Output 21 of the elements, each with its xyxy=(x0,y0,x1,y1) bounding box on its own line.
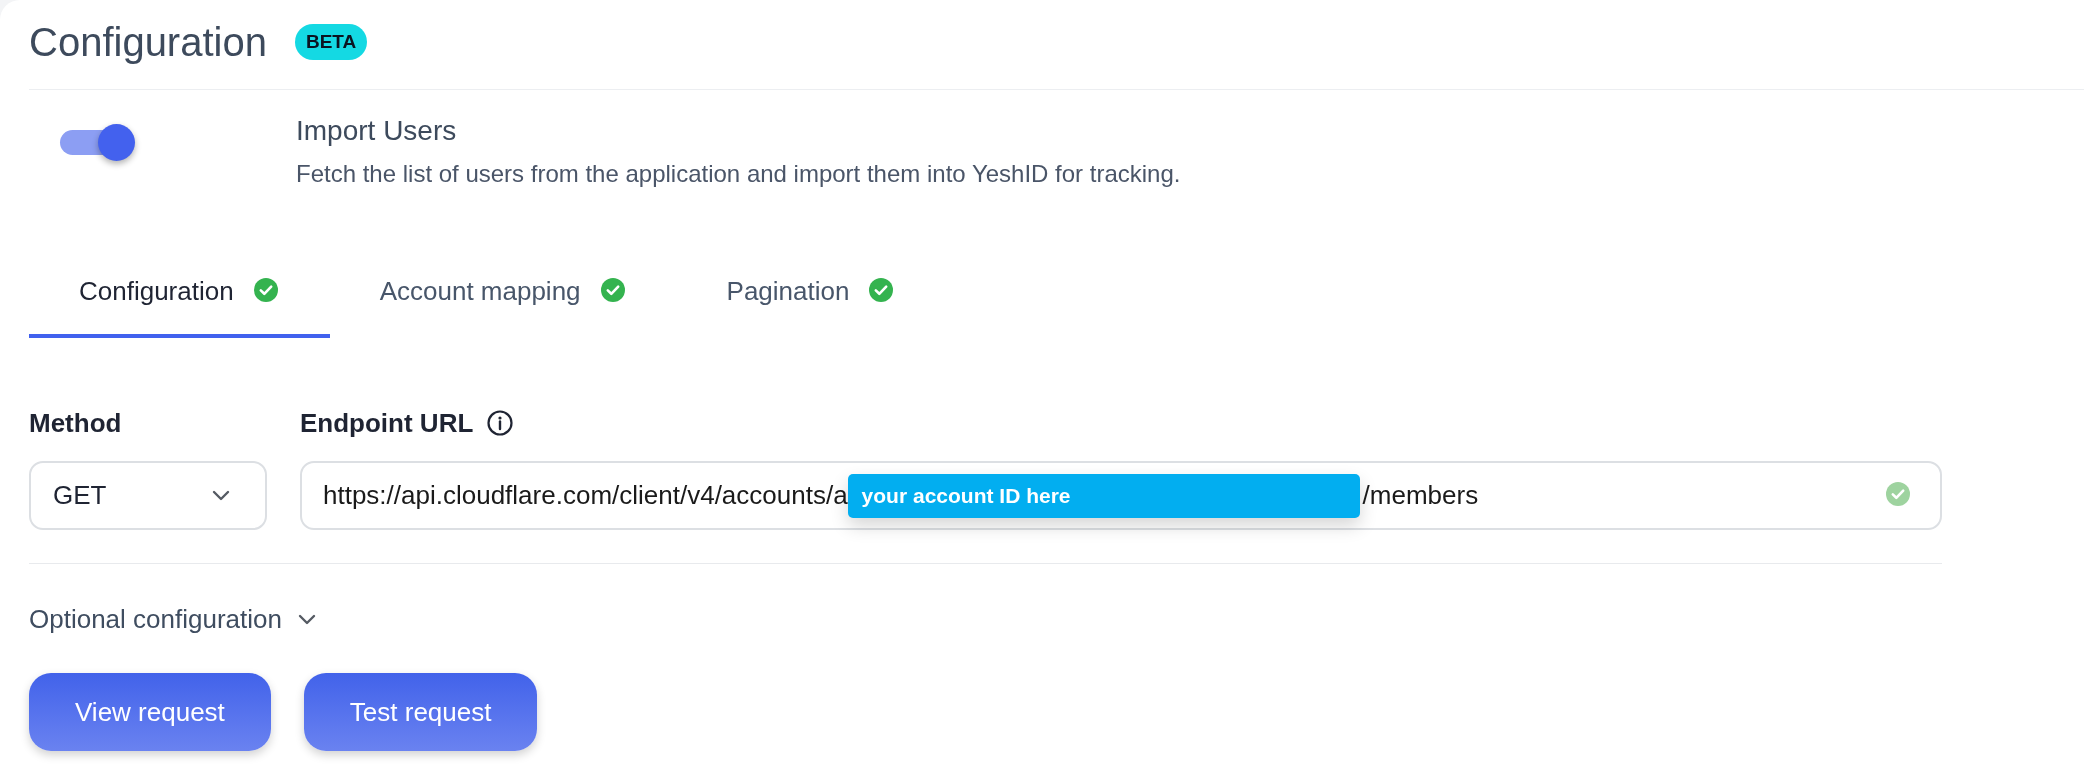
method-select[interactable]: GET xyxy=(29,461,267,530)
page-title: Configuration xyxy=(29,19,267,66)
field-label: Endpoint URL xyxy=(300,407,474,439)
beta-badge: BETA xyxy=(294,24,368,60)
action-button[interactable]: View request xyxy=(29,673,271,751)
setting-title: Import Users xyxy=(296,114,458,148)
section-toggle[interactable]: Optional configuration xyxy=(29,603,316,635)
tab[interactable]: Pagination xyxy=(676,259,946,338)
field-label: Method xyxy=(29,407,123,439)
tab[interactable]: Account mapping xyxy=(329,259,677,338)
info-icon xyxy=(487,410,514,436)
toggle-switch[interactable] xyxy=(60,124,137,161)
setting-description: Fetch the list of users from the application and import them into YeshID for tracking. xyxy=(296,159,1181,189)
url-text: https://api.cloudflare.com/client/v4/accounts/a xyxy=(323,479,848,512)
annotation-label: your account ID here xyxy=(847,473,1360,518)
tab[interactable]: Configuration xyxy=(29,259,330,338)
chevron-icon xyxy=(212,490,230,501)
url-field[interactable]: https://api.cloudflare.com/client/v4/accounts/a your account ID here /members xyxy=(300,461,1942,530)
chevron-icon xyxy=(297,613,316,625)
action-button[interactable]: Test request xyxy=(303,673,538,751)
url-text: /members xyxy=(1362,479,1479,512)
